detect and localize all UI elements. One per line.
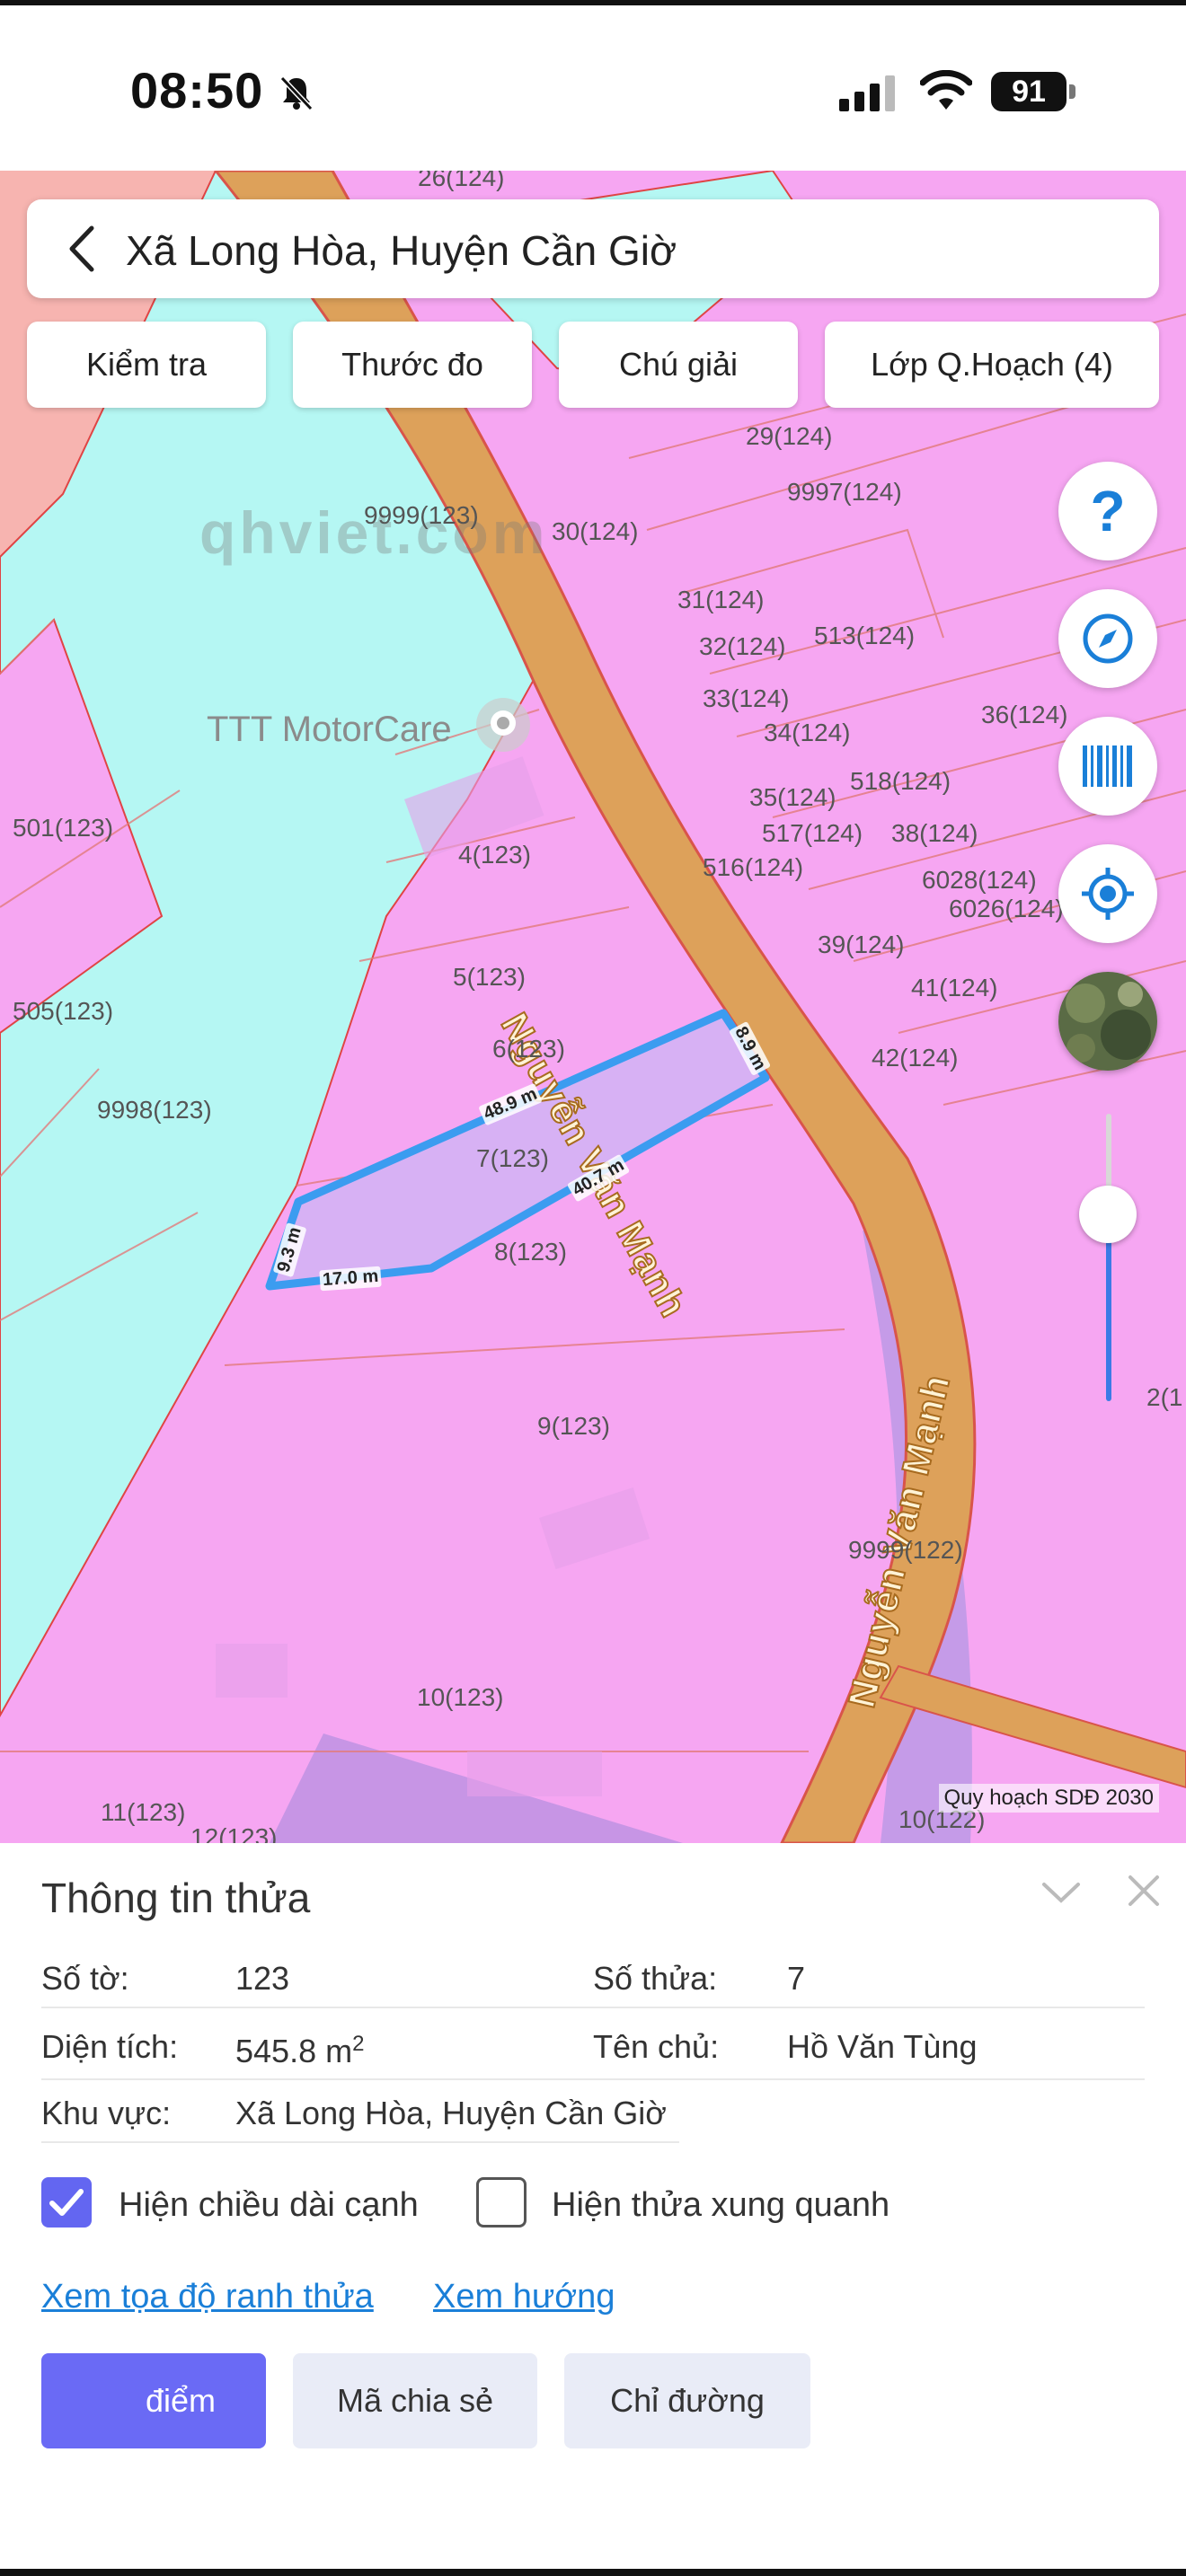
divider — [41, 2078, 1145, 2080]
parcel-label[interactable]: 42(124) — [872, 1044, 959, 1072]
parcel-label[interactable]: 36(124) — [981, 701, 1068, 729]
parcel-label[interactable]: 516(124) — [703, 853, 803, 882]
area-value: 545.8 m2 — [235, 2032, 364, 2070]
legend-button[interactable]: Chú giải — [559, 322, 798, 408]
save-point-label: điểm — [145, 2382, 217, 2419]
poi-pin-icon[interactable] — [474, 696, 532, 754]
parcel-number-value: 7 — [787, 1960, 806, 1997]
parcel-label[interactable]: 501(123) — [13, 814, 113, 842]
parcel-label[interactable]: 33(124) — [703, 684, 790, 713]
parcel-label[interactable]: 8(123) — [494, 1238, 567, 1266]
location-search-bar[interactable]: Xã Long Hòa, Huyện Cần Giờ — [27, 199, 1159, 298]
silent-bell-icon — [279, 75, 314, 111]
sheet-number-label: Số tờ: — [41, 1960, 129, 1997]
parcel-label[interactable]: 30(124) — [552, 517, 639, 546]
wifi-icon — [920, 70, 972, 110]
location-title[interactable]: Xã Long Hòa, Huyện Cần Giờ — [126, 226, 677, 275]
parcel-label[interactable]: 6026(124) — [949, 895, 1064, 923]
divider — [41, 2141, 679, 2143]
show-edge-length-label[interactable]: Hiện chiều dài cạnh — [119, 2186, 419, 2225]
parcel-label[interactable]: 9999(123) — [364, 501, 479, 530]
parcel-label[interactable]: 4(123) — [458, 841, 531, 869]
zoom-slider-handle[interactable] — [1079, 1186, 1137, 1243]
sheet-number-value: 123 — [235, 1960, 290, 1997]
parcel-label[interactable]: 41(124) — [911, 974, 998, 1002]
parcel-label[interactable]: 518(124) — [850, 767, 951, 796]
parcel-label[interactable]: 9(123) — [537, 1412, 610, 1441]
parcel-label[interactable]: 35(124) — [749, 783, 836, 812]
parcel-label[interactable]: 12(123) — [190, 1823, 278, 1843]
show-edge-length-checkbox[interactable] — [41, 2177, 92, 2228]
directions-button[interactable]: Chỉ đường — [564, 2353, 810, 2448]
plan-caption: Quy hoạch SDĐ 2030 — [938, 1784, 1159, 1813]
parcel-label[interactable]: 6028(124) — [922, 866, 1037, 895]
area-unit-exponent: 2 — [352, 2032, 365, 2056]
region-value: Xã Long Hòa, Huyện Cần Giờ — [235, 2095, 667, 2131]
owner-value: Hồ Văn Tùng — [787, 2028, 978, 2065]
parcel-label[interactable]: 10(123) — [417, 1683, 504, 1712]
poi-label[interactable]: TTT MotorCare — [207, 710, 452, 750]
sheet-title: Thông tin thửa — [41, 1875, 311, 1921]
divider — [41, 2007, 1145, 2008]
parcel-label[interactable]: 505(123) — [13, 997, 113, 1026]
cellular-signal-icon — [839, 75, 895, 111]
help-icon: ? — [1090, 479, 1126, 543]
parcel-label[interactable]: 5(123) — [453, 963, 526, 992]
parcel-number-label: Số thửa: — [593, 1960, 718, 1997]
parcel-label[interactable]: 9997(124) — [787, 478, 902, 507]
region-label: Khu vực: — [41, 2095, 172, 2131]
map-view[interactable]: qhviet.com TTT MotorCare Nguyễn Văn Mạnh… — [0, 171, 1186, 1843]
share-code-button[interactable]: Mã chia sẻ — [293, 2353, 537, 2448]
measure-button[interactable]: Thước đo — [293, 322, 532, 408]
battery-tip — [1069, 84, 1075, 99]
crosshair-location-icon — [1082, 868, 1134, 920]
save-point-button[interactable]: điểm — [41, 2353, 266, 2448]
parcel-label[interactable]: 26(124) — [418, 171, 505, 192]
parcel-label[interactable]: 11(123) — [101, 1798, 185, 1827]
barcode-scan-button[interactable] — [1058, 717, 1157, 816]
edge-length-label: 17.0 m — [319, 1266, 382, 1292]
show-neighbors-label[interactable]: Hiện thửa xung quanh — [552, 2186, 890, 2225]
compass-icon — [1083, 613, 1133, 664]
view-direction-link[interactable]: Xem hướng — [433, 2278, 615, 2316]
parcel-label[interactable]: 38(124) — [891, 819, 978, 848]
help-button[interactable]: ? — [1058, 462, 1157, 560]
parcel-label[interactable]: 32(124) — [699, 632, 786, 661]
show-neighbors-checkbox[interactable] — [476, 2177, 527, 2228]
compass-button[interactable] — [1058, 589, 1157, 688]
barcode-icon — [1083, 745, 1132, 787]
parcel-label[interactable]: 9999(122) — [848, 1536, 963, 1565]
chevron-down-icon[interactable] — [1040, 1879, 1082, 1906]
satellite-layer-toggle[interactable] — [1058, 972, 1157, 1071]
back-arrow-icon[interactable] — [58, 223, 108, 275]
close-icon[interactable] — [1125, 1872, 1163, 1910]
parcel-label[interactable]: 513(124) — [814, 622, 915, 650]
parcel-label[interactable]: 9998(123) — [97, 1096, 212, 1125]
area-label: Diện tích: — [41, 2028, 179, 2065]
checkmark-icon — [49, 2189, 84, 2216]
parcel-label[interactable]: 2(1 — [1146, 1383, 1182, 1412]
battery-indicator: 91 — [991, 72, 1067, 111]
home-indicator — [0, 2569, 1186, 2576]
parcel-label[interactable]: 7(123) — [476, 1144, 549, 1173]
my-location-button[interactable] — [1058, 844, 1157, 943]
planning-layers-button[interactable]: Lớp Q.Hoạch (4) — [825, 322, 1159, 408]
satellite-thumbnail-icon — [1058, 972, 1157, 1071]
parcel-label[interactable]: 29(124) — [746, 422, 833, 451]
owner-label: Tên chủ: — [593, 2028, 720, 2065]
check-button[interactable]: Kiểm tra — [27, 322, 266, 408]
clock: 08:50 — [130, 62, 264, 119]
parcel-label[interactable]: 6(123) — [492, 1035, 565, 1063]
view-boundary-coordinates-link[interactable]: Xem tọa độ ranh thửa — [41, 2278, 374, 2316]
area-amount: 545.8 m — [235, 2033, 353, 2069]
zoning-map — [0, 171, 1186, 1843]
parcel-label[interactable]: 34(124) — [764, 719, 851, 747]
parcel-label[interactable]: 39(124) — [818, 931, 905, 959]
status-bar: 08:50 91 — [0, 0, 1186, 171]
parcel-label[interactable]: 31(124) — [677, 586, 765, 614]
parcel-label[interactable]: 517(124) — [762, 819, 863, 848]
